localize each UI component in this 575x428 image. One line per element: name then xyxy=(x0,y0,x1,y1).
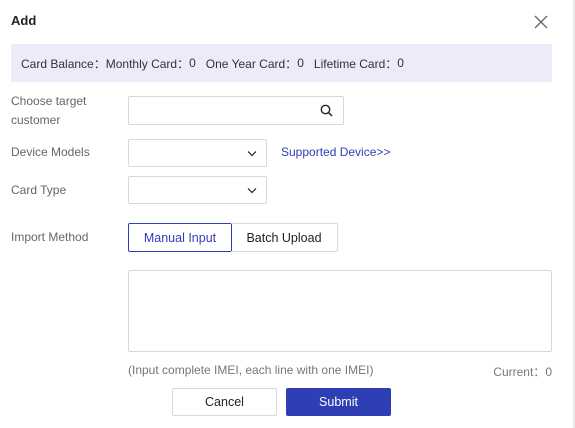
lifetime-card-label: Lifetime Card： xyxy=(313,56,398,71)
supported-device-link[interactable]: Supported Device>> xyxy=(281,145,390,159)
close-button[interactable] xyxy=(532,13,550,31)
card-balance-label: Card Balance： xyxy=(21,56,106,71)
chevron-down-icon xyxy=(247,151,257,157)
current-label: Current： xyxy=(493,365,546,379)
cancel-button[interactable]: Cancel xyxy=(172,388,277,416)
search-icon[interactable] xyxy=(320,104,333,117)
imei-textarea[interactable] xyxy=(129,271,551,351)
imei-textarea-wrapper[interactable] xyxy=(128,270,552,352)
card-balance-bar: Card Balance： Monthly Card： 0 One Year C… xyxy=(11,44,552,82)
customer-label-line1: Choose target xyxy=(11,94,87,108)
lifetime-card-value: 0 xyxy=(397,56,404,70)
card-type-select[interactable] xyxy=(128,176,267,204)
batch-upload-tab[interactable]: Batch Upload xyxy=(231,223,338,252)
manual-input-tab[interactable]: Manual Input xyxy=(128,223,232,252)
one-year-card-value: 0 xyxy=(297,56,304,70)
customer-label-line2: customer xyxy=(11,113,61,127)
add-dialog: Add Card Balance： Monthly Card： 0 One Ye… xyxy=(0,0,575,428)
device-models-select[interactable] xyxy=(128,139,267,167)
dialog-title: Add xyxy=(11,13,37,28)
current-value: 0 xyxy=(545,365,552,379)
customer-label: Choose target customer xyxy=(11,92,86,130)
imei-counter: Current：0 xyxy=(493,363,552,380)
submit-button[interactable]: Submit xyxy=(286,388,391,416)
one-year-card-label: One Year Card： xyxy=(205,56,298,71)
chevron-down-icon xyxy=(247,188,257,194)
customer-search-input[interactable] xyxy=(129,97,309,124)
monthly-card-value: 0 xyxy=(189,56,196,70)
imei-hint: (Input complete IMEI, each line with one… xyxy=(128,363,374,377)
close-icon xyxy=(534,15,548,29)
card-type-label: Card Type xyxy=(11,183,67,197)
device-models-label: Device Models xyxy=(11,145,90,159)
monthly-card-label: Monthly Card： xyxy=(105,56,190,71)
customer-search-field[interactable] xyxy=(128,96,344,125)
import-method-label: Import Method xyxy=(11,230,89,244)
